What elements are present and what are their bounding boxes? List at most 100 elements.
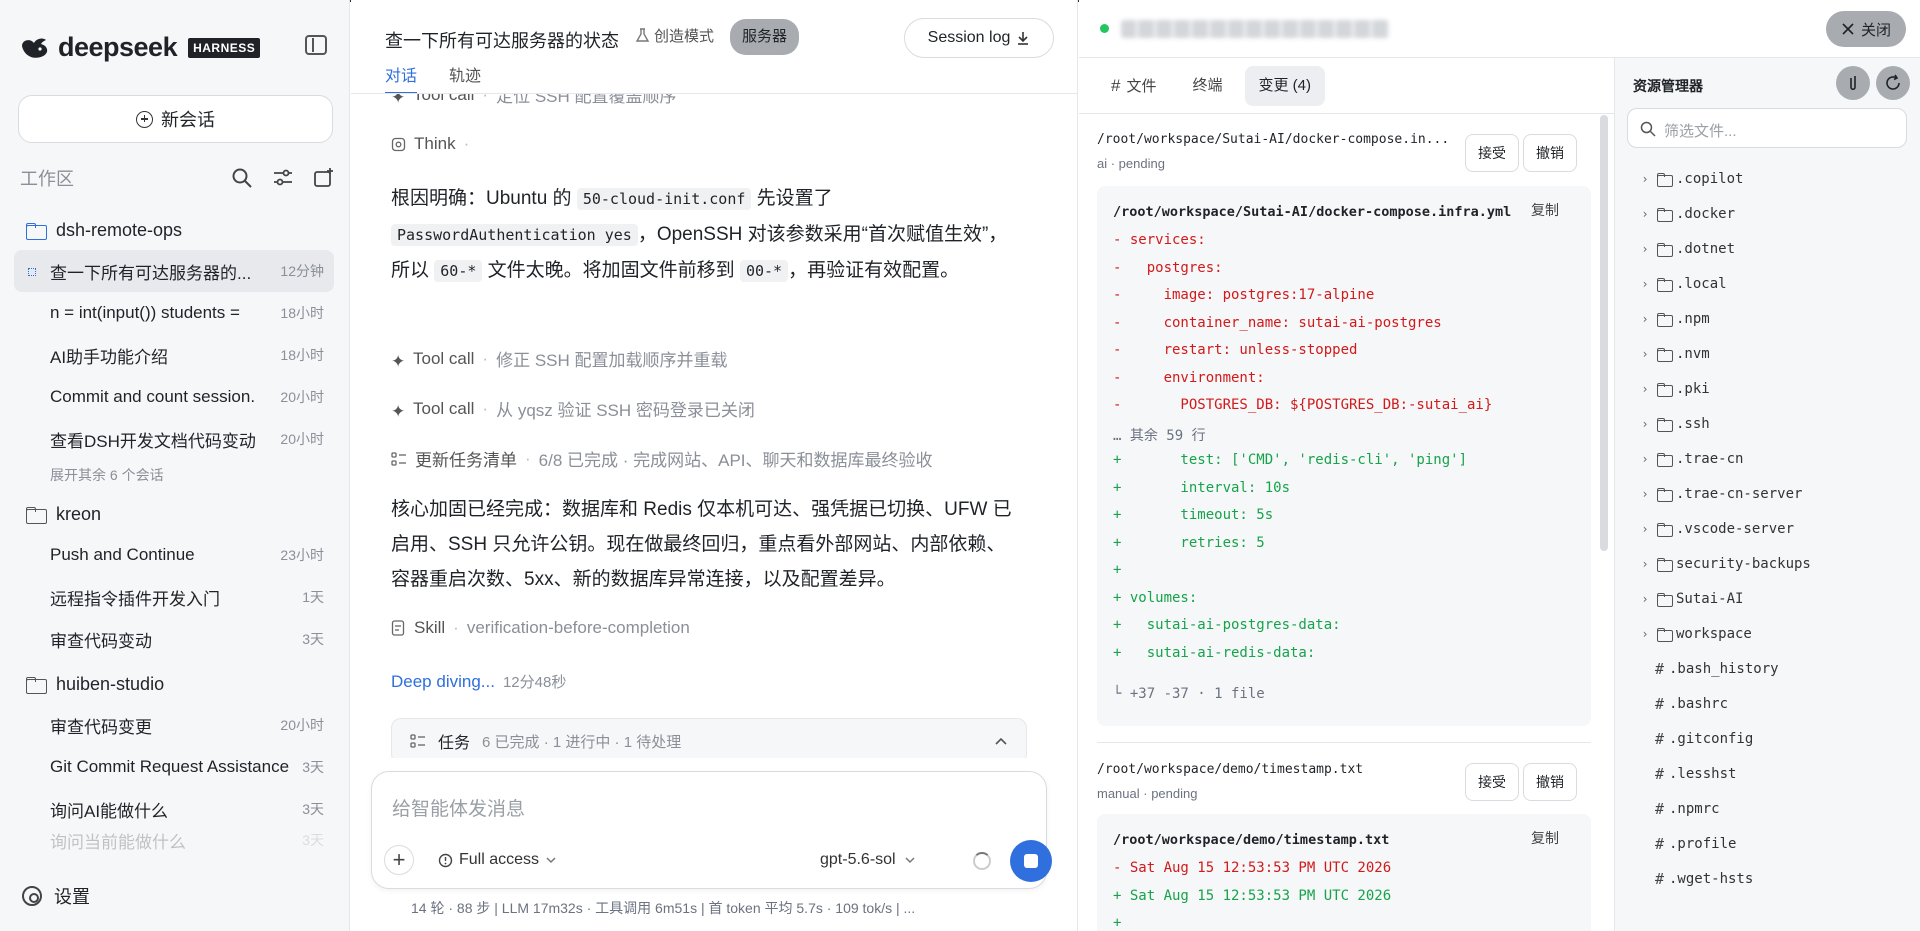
- tree-folder[interactable]: › .vscode-server: [1615, 511, 1920, 546]
- conversation-item-active[interactable]: 查一下所有可达服务器的... 12分钟: [14, 250, 334, 292]
- folder-icon: [1657, 452, 1673, 467]
- accept-button[interactable]: 接受: [1465, 763, 1519, 801]
- tool-call-step[interactable]: ✦ Tool call · 定位 SSH 配置覆盖顺序: [391, 94, 677, 107]
- tree-file[interactable]: # .bash_history: [1615, 651, 1920, 686]
- tree-file[interactable]: # .profile: [1615, 826, 1920, 861]
- conversation-item[interactable]: 审查代码变动 3天: [14, 618, 334, 660]
- tool-call-step[interactable]: ✦ Tool call · 修正 SSH 配置加载顺序并重载: [391, 346, 728, 371]
- diff-line-removed: - services:: [1113, 232, 1206, 248]
- tree-folder[interactable]: › .trae-cn-server: [1615, 476, 1920, 511]
- diff-line-added: + test: ['CMD', 'redis-cli', 'ping']: [1113, 452, 1468, 468]
- filter-sliders-icon[interactable]: [272, 167, 294, 189]
- model-selector[interactable]: gpt-5.6-sol: [820, 851, 916, 869]
- conversation-item[interactable]: 审查代码变更 20小时: [14, 704, 334, 746]
- tree-file[interactable]: # .bashrc: [1615, 686, 1920, 721]
- conversation-title: 审查代码变动: [50, 631, 152, 651]
- conversation-time: 20小时: [280, 717, 324, 733]
- task-summary-bar[interactable]: 任务 6 已完成 · 1 进行中 · 1 待处理: [391, 718, 1027, 758]
- tree-folder[interactable]: › workspace: [1615, 616, 1920, 651]
- tab-changes[interactable]: 变更 (4): [1244, 66, 1326, 106]
- diff-line-removed: - Sat Aug 15 12:53:53 PM UTC 2026: [1113, 860, 1392, 876]
- conversation-item[interactable]: 询问当前能做什么 3天: [14, 830, 334, 850]
- tree-folder[interactable]: › .trae-cn: [1615, 441, 1920, 476]
- conversation-item[interactable]: n = int(input()) students = 18小时: [14, 292, 334, 334]
- access-selector[interactable]: Full access: [438, 851, 557, 869]
- conversation-item[interactable]: 查看DSH开发文档代码变动 20小时: [14, 418, 334, 460]
- message-input[interactable]: 给智能体发消息: [392, 794, 525, 821]
- conversation-item[interactable]: Commit and count session. 20小时: [14, 376, 334, 418]
- new-chat-button[interactable]: 新会话: [18, 95, 333, 143]
- tab-trajectory[interactable]: 轨迹: [449, 62, 481, 94]
- session-log-button[interactable]: Session log: [904, 18, 1054, 58]
- tree-file[interactable]: # .npmrc: [1615, 791, 1920, 826]
- tree-file[interactable]: # .gitconfig: [1615, 721, 1920, 756]
- conversation-item[interactable]: 远程指令插件开发入门 1天: [14, 576, 334, 618]
- tool-call-step[interactable]: ✦ Tool call · 从 yqsz 验证 SSH 密码登录已关闭: [391, 396, 755, 421]
- conversation-title: n = int(input()) students =: [50, 303, 240, 322]
- task-update-step[interactable]: 更新任务清单 · 6/8 已完成 · 完成网站、API、聊天和数据库最终验收: [391, 446, 933, 471]
- project-name: kreon: [56, 503, 102, 524]
- revert-button[interactable]: 撤销: [1523, 763, 1577, 801]
- tree-file[interactable]: # .wget-hsts: [1615, 861, 1920, 896]
- close-button[interactable]: 关闭: [1826, 11, 1906, 47]
- tab-files[interactable]: # 文件: [1097, 66, 1170, 106]
- server-tag[interactable]: 服务器: [730, 19, 800, 55]
- text-run: 文件太晚。将加固文件前移到: [482, 260, 740, 281]
- toggle-sidebar-icon[interactable]: [305, 35, 327, 55]
- tree-folder[interactable]: › .npm: [1615, 301, 1920, 336]
- project-group-huiben-studio[interactable]: huiben-studio: [14, 664, 334, 704]
- tree-folder[interactable]: › .nvm: [1615, 336, 1920, 371]
- inline-code: 60-*: [434, 260, 483, 282]
- tree-folder[interactable]: › .dotnet: [1615, 231, 1920, 266]
- tree-label: security-backups: [1676, 555, 1811, 572]
- tree-folder[interactable]: › .pki: [1615, 371, 1920, 406]
- conversation-item[interactable]: 询问AI能做什么 3天: [14, 788, 334, 830]
- tree-folder[interactable]: › .local: [1615, 266, 1920, 301]
- mode-tag[interactable]: 创造模式: [635, 25, 714, 46]
- tree-folder[interactable]: › .ssh: [1615, 406, 1920, 441]
- brand-badge: HARNESS: [188, 37, 261, 58]
- diff-collapsed-lines[interactable]: … 其余 59 行: [1113, 425, 1206, 445]
- tab-terminal[interactable]: 终端: [1178, 66, 1236, 106]
- new-folder-icon[interactable]: [313, 167, 335, 189]
- search-icon[interactable]: [231, 167, 253, 189]
- brand-logo: deepseek HARNESS: [20, 32, 261, 63]
- tree-label: workspace: [1676, 625, 1752, 642]
- chevron-right-icon: ›: [1641, 346, 1649, 361]
- expand-more-link[interactable]: 展开其余 6 个会话: [14, 460, 334, 490]
- conversation-item[interactable]: AI助手功能介绍 18小时: [14, 334, 334, 376]
- project-group-dsh-remote-ops[interactable]: dsh-remote-ops: [14, 210, 334, 250]
- copy-button[interactable]: 复制: [1531, 828, 1559, 848]
- tree-folder[interactable]: › Sutai-AI: [1615, 581, 1920, 616]
- flask-icon: [635, 28, 650, 42]
- accept-button[interactable]: 接受: [1465, 134, 1519, 172]
- tree-folder[interactable]: › .copilot: [1615, 161, 1920, 196]
- chevron-up-icon[interactable]: [994, 736, 1008, 746]
- tree-folder[interactable]: › security-backups: [1615, 546, 1920, 581]
- diff-file-path: /root/workspace/demo/timestamp.txt: [1113, 832, 1390, 848]
- step-label: Tool call: [413, 348, 475, 368]
- copy-button[interactable]: 复制: [1531, 200, 1559, 220]
- separator: ·: [482, 94, 489, 104]
- stop-generation-button[interactable]: [1010, 840, 1052, 882]
- diff-line-added: + timeout: 5s: [1113, 507, 1274, 523]
- project-group-kreon[interactable]: kreon: [14, 494, 334, 534]
- chevron-down-icon: [905, 857, 915, 864]
- tree-folder[interactable]: › .docker: [1615, 196, 1920, 231]
- refresh-icon[interactable]: [1876, 66, 1910, 100]
- settings-button[interactable]: 设置: [22, 883, 90, 909]
- conversation-item[interactable]: Push and Continue 23小时: [14, 534, 334, 576]
- think-step[interactable]: Think ·: [391, 134, 469, 154]
- tab-conversation[interactable]: 对话: [385, 62, 418, 94]
- assistant-message: 根因明确：Ubuntu 的 50-cloud-init.conf 先设置了 Pa…: [391, 181, 1021, 289]
- skill-step[interactable]: Skill · verification-before-completion: [391, 618, 690, 638]
- revert-button[interactable]: 撤销: [1523, 134, 1577, 172]
- sparkle-icon: ✦: [391, 94, 406, 107]
- attach-icon[interactable]: [1836, 66, 1870, 100]
- file-filter-input[interactable]: 筛选文件...: [1627, 108, 1907, 148]
- right-tabs: # 文件 终端 变更 (4): [1097, 66, 1326, 106]
- conversation-item[interactable]: Git Commit Request Assistance 3天: [14, 746, 334, 788]
- scrollbar[interactable]: [1600, 115, 1608, 551]
- attach-plus-button[interactable]: +: [384, 845, 414, 875]
- tree-file[interactable]: # .lesshst: [1615, 756, 1920, 791]
